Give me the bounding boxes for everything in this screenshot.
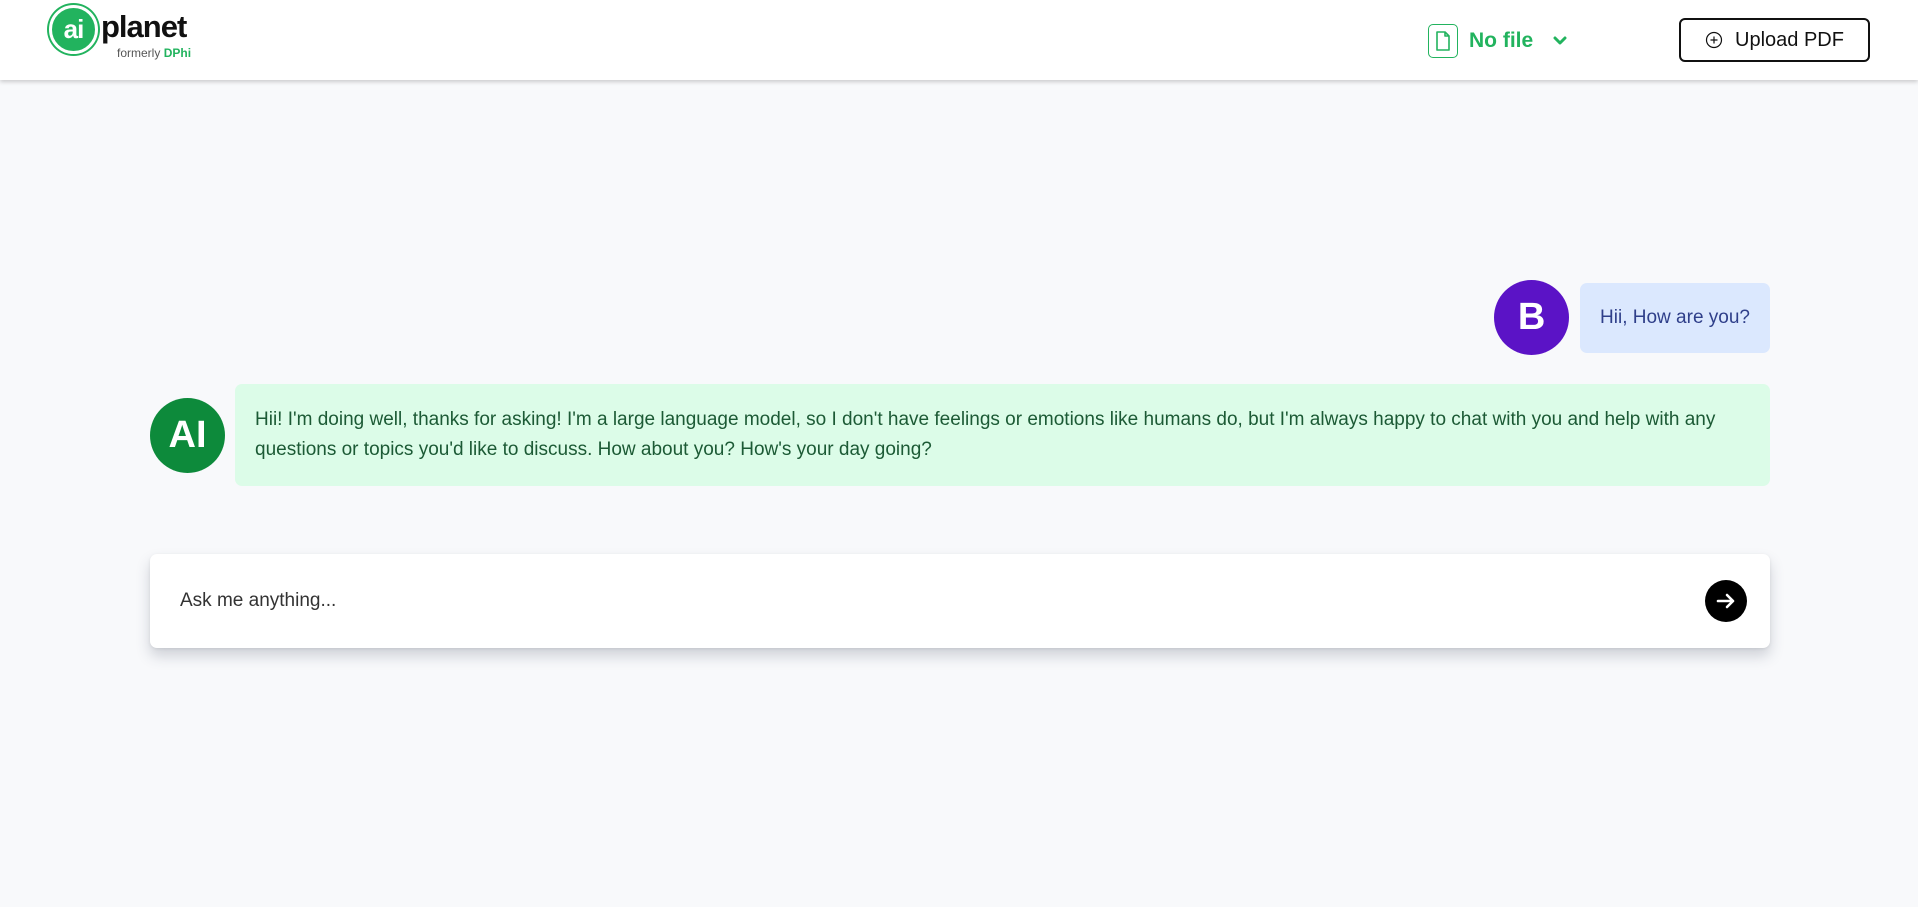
send-button[interactable]	[1705, 580, 1747, 622]
chevron-down-icon[interactable]	[1553, 36, 1567, 46]
upload-pdf-button[interactable]: Upload PDF	[1679, 18, 1870, 62]
message-composer	[150, 554, 1770, 648]
file-selector-dropdown[interactable]: No file	[1428, 24, 1567, 58]
ai-planet-logo[interactable]: ai planet formerly DPhi	[49, 5, 209, 61]
logo-tagline-prefix: formerly	[117, 46, 161, 60]
file-icon	[1428, 24, 1458, 58]
logo-mark: ai	[49, 5, 98, 54]
ai-message: AI Hii! I'm doing well, thanks for askin…	[150, 384, 1770, 486]
arrow-right-icon	[1716, 593, 1735, 609]
user-message: B Hii, How are you?	[1494, 280, 1770, 355]
user-avatar: B	[1494, 280, 1570, 355]
logo-tagline-brand: DPhi	[163, 46, 192, 60]
logo-tagline: formerly DPhi	[117, 46, 191, 60]
ai-avatar: AI	[150, 397, 225, 473]
logo-wordmark: planet	[101, 9, 187, 44]
top-navbar: ai planet formerly DPhi No file Upload P…	[0, 0, 1918, 80]
selected-file-label: No file	[1469, 29, 1534, 52]
upload-pdf-label: Upload PDF	[1735, 28, 1844, 51]
chat-input[interactable]	[180, 581, 1630, 621]
ai-message-bubble: Hii! I'm doing well, thanks for asking! …	[235, 384, 1770, 486]
plus-circle-icon	[1705, 31, 1723, 49]
user-message-bubble: Hii, How are you?	[1580, 282, 1770, 353]
